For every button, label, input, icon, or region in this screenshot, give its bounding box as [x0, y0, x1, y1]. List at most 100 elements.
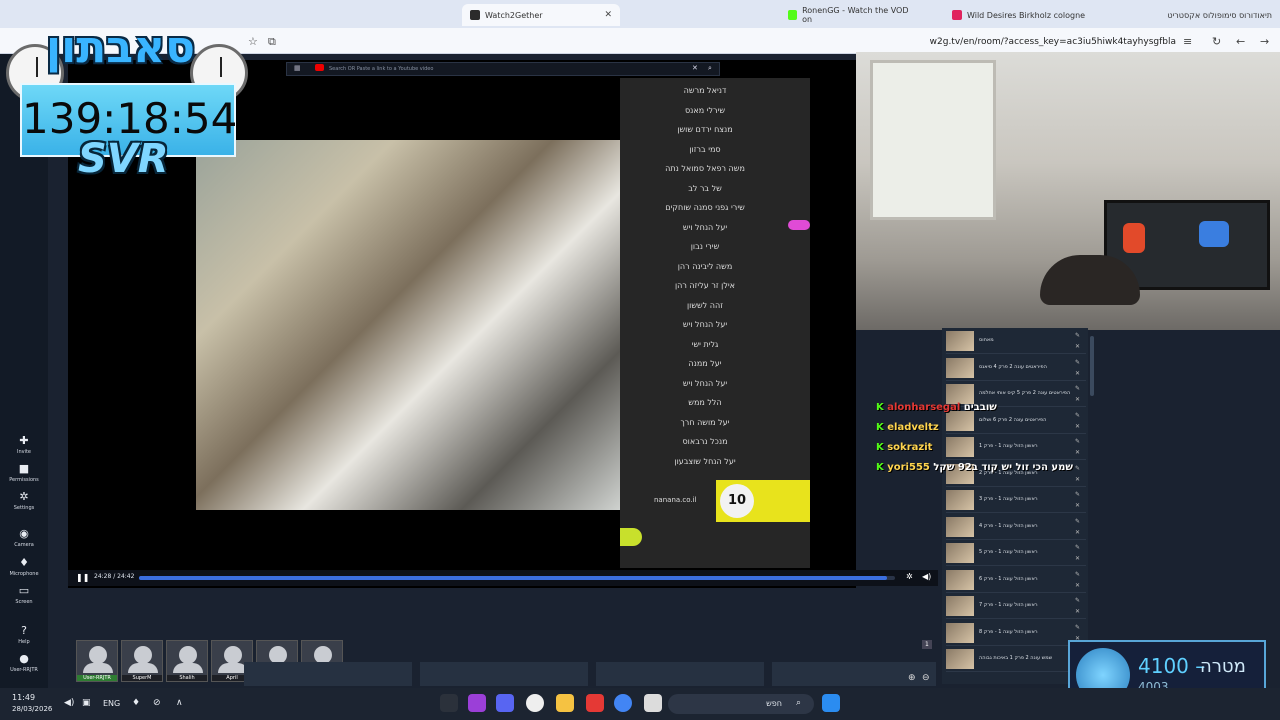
remove-icon[interactable]: ✕	[1075, 502, 1080, 509]
windows-start-icon[interactable]	[822, 694, 840, 712]
playlist-item[interactable]: ראשון הזול עונה 1 - פרק 6 ✎ ✕	[946, 567, 1086, 593]
sidebar-item-user[interactable]: ● User-RRJTR	[0, 652, 48, 673]
playlist-item[interactable]: שמש עונה 2 פרק 1 באיכות גבוהה✎✕	[946, 646, 1086, 672]
edit-icon[interactable]: ✎	[1075, 359, 1080, 366]
edit-icon[interactable]: ✎	[1075, 518, 1080, 525]
credit-line: הלל ממש	[688, 398, 722, 407]
discord-icon[interactable]	[496, 694, 514, 712]
svr-tag: SVR	[78, 136, 169, 182]
app-red-icon[interactable]	[586, 694, 604, 712]
playlist-item[interactable]: ראשון הזול עונה 1 - פרק 3 ✎ ✕	[946, 487, 1086, 513]
grid-icon[interactable]: ▦	[294, 64, 301, 72]
playlist-item[interactable]: ראשון הזול עונה 1 - פרק 1 ✎ ✕	[946, 434, 1086, 460]
playlist-item[interactable]: ראשון הזול עונה 1 - פרק 5 ✎ ✕	[946, 540, 1086, 566]
remove-icon[interactable]: ✕	[1075, 582, 1080, 589]
zoom-out-icon[interactable]: ⊖	[922, 673, 930, 683]
network-tray-icon[interactable]: ▣	[82, 698, 91, 708]
playlist-item[interactable]: ראשון הזול עונה 1 - פרק 4 ✎ ✕	[946, 514, 1086, 540]
taskbar-search[interactable]: חפש	[668, 694, 814, 714]
playlist-thumbnail	[946, 569, 974, 590]
user-tile[interactable]: SuperM	[121, 640, 163, 682]
mute-tray-icon[interactable]: ⊘	[153, 698, 161, 708]
channel-10-banner: 10	[716, 480, 810, 522]
remove-icon[interactable]: ✕	[1075, 529, 1080, 536]
remove-icon[interactable]: ✕	[1075, 396, 1080, 403]
pause-icon[interactable]: ❚❚	[76, 573, 89, 582]
video-search-input[interactable]: Search OR Paste a link to a Youtube vide…	[286, 62, 720, 76]
instagram-icon[interactable]	[468, 694, 486, 712]
remove-icon[interactable]: ✕	[1075, 608, 1080, 615]
edit-icon[interactable]: ✎	[1075, 571, 1080, 578]
volume-icon[interactable]: ◀)	[922, 572, 931, 581]
edit-icon[interactable]: ✎	[1075, 385, 1080, 392]
remove-icon[interactable]: ✕	[1075, 423, 1080, 430]
playlist-item[interactable]: ראשון הזול עונה 1 - פרק 7 ✎ ✕	[946, 593, 1086, 619]
tab-wild-desires[interactable]: Wild Desires Birkholz cologne	[944, 4, 1094, 26]
chrome-icon[interactable]	[614, 694, 632, 712]
tab-ronengg[interactable]: RonenGG - Watch the VOD on	[780, 4, 918, 26]
sidebar-item-settings[interactable]: ✲ Settings	[0, 490, 48, 511]
sidebar-item-screen[interactable]: ▭ Screen	[0, 584, 48, 605]
file-explorer-icon[interactable]	[556, 694, 574, 712]
remove-icon[interactable]: ✕	[1075, 555, 1080, 562]
sidebar-item-permissions[interactable]: ■ Permissions	[0, 462, 48, 483]
media-player-icon[interactable]	[526, 694, 544, 712]
language-indicator[interactable]: ENG	[103, 699, 120, 708]
edit-icon[interactable]: ✎	[1075, 491, 1080, 498]
playlist-thumbnail	[946, 543, 974, 563]
search-icon[interactable]: ⌕	[708, 64, 712, 73]
settings-gear-icon[interactable]: ✲	[906, 572, 913, 581]
edit-icon[interactable]: ✎	[1075, 465, 1080, 472]
playlist-title: הפיראטים עונה 2 פרק 4 סיאנס	[979, 363, 1047, 370]
remove-icon[interactable]: ✕	[1075, 476, 1080, 483]
tune-icon[interactable]: ≡	[1183, 35, 1192, 48]
taskbar-date[interactable]: 28/03/2026	[12, 705, 52, 713]
chat-message: שמע הכי זול יש קוד ב92 שקל	[933, 462, 1073, 473]
back-icon[interactable]: ←	[1236, 35, 1245, 48]
url-text[interactable]: w2g.tv/en/room/?access_key=ac3iu5hiwk4ta…	[930, 37, 1176, 47]
edit-icon[interactable]: ✎	[1075, 332, 1080, 339]
remove-icon[interactable]: ✕	[1075, 449, 1080, 456]
tray-expand-icon[interactable]: ∧	[176, 698, 183, 708]
zoom-in-icon[interactable]: ⊕	[908, 673, 916, 683]
bookmark-star-icon[interactable]: ☆	[248, 35, 258, 48]
sidebar-item-camera[interactable]: ◉ Camera	[0, 527, 48, 548]
mic-tray-icon[interactable]: ♦	[132, 698, 140, 708]
microphone-icon: ♦	[19, 556, 29, 569]
user-tile[interactable]: User-RRJTR	[76, 640, 118, 682]
edit-icon[interactable]: ✎	[1075, 438, 1080, 445]
sidebar-item-microphone[interactable]: ♦ Microphone	[0, 556, 48, 577]
playlist-title: ראשון הזול עונה 1 - פרק 6	[979, 575, 1038, 582]
channel-10-logo: 10	[720, 484, 754, 518]
edit-icon[interactable]: ✎	[1075, 597, 1080, 604]
edit-icon[interactable]: ✎	[1075, 624, 1080, 631]
clear-search-icon[interactable]: ✕	[692, 64, 698, 72]
window-icon[interactable]	[644, 694, 662, 712]
playlist-thumbnail	[946, 516, 974, 537]
person-plus-icon: ✚	[19, 434, 29, 447]
tab-watch2gether[interactable]: Watch2Gether ✕	[462, 4, 620, 26]
playlist-item[interactable]: הפיראטים עונה 2 פרק 4 סיאנס ✎ ✕	[946, 355, 1086, 381]
close-tab-icon[interactable]: ✕	[604, 10, 612, 20]
sidebar-item-invite[interactable]: ✚ Invite	[0, 434, 48, 455]
volume-tray-icon[interactable]: ◀)	[64, 698, 74, 708]
taskbar-time[interactable]: 11:49	[12, 693, 35, 702]
edit-icon[interactable]: ✎	[1075, 544, 1080, 551]
edit-icon[interactable]: ✎	[1075, 412, 1080, 419]
credit-line: דניאל מרשה	[683, 86, 727, 95]
playlist-scrollbar[interactable]	[1090, 336, 1094, 396]
playlist-item[interactable]: מאחוס ✎ ✕	[946, 328, 1086, 354]
extensions-icon[interactable]: ⧉	[268, 35, 276, 49]
sidebar-item-help[interactable]: ? Help	[0, 624, 48, 645]
remove-icon[interactable]: ✕	[1075, 343, 1080, 350]
forward-icon[interactable]: →	[1260, 35, 1269, 48]
playlist-thumbnail	[946, 331, 974, 351]
reload-icon[interactable]: ↻	[1212, 35, 1221, 48]
tab-hebrew[interactable]: תיאודורוס סימופולוס אקסטריט	[1110, 4, 1280, 26]
credit-line: יעל הנחל ויש	[682, 378, 728, 388]
app-icon[interactable]	[440, 694, 458, 712]
remove-icon[interactable]: ✕	[1075, 370, 1080, 377]
chat-line: K alonharsegal שובבים	[876, 402, 997, 413]
playlist-item[interactable]: ראשון הזול עונה 1 - פרק 8 ✎ ✕	[946, 620, 1086, 646]
user-tile[interactable]: Shalih	[166, 640, 208, 682]
